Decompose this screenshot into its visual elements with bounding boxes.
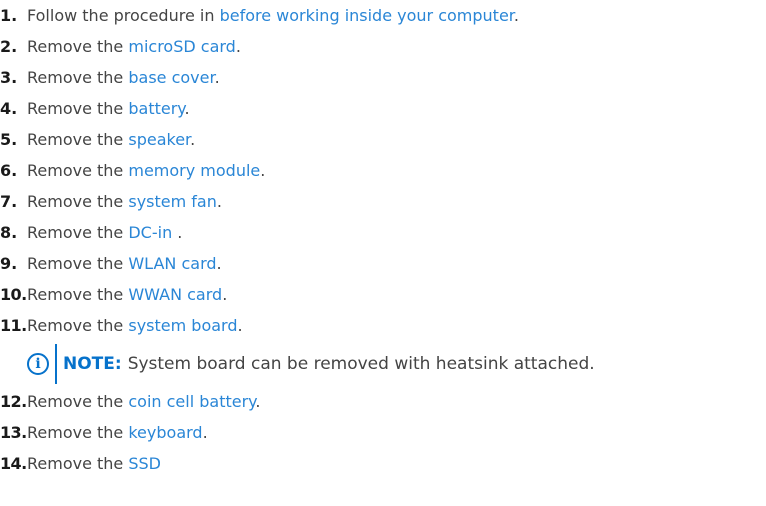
step-number: 14. [0,454,27,473]
link-ssd[interactable]: SSD [128,454,161,473]
step-suffix: . [235,37,241,56]
step-text: Remove the [27,423,129,442]
step-number: 3. [0,68,18,87]
step-number: 12. [0,392,27,411]
step-text: Remove the [27,99,129,118]
step-number: 4. [0,99,18,118]
link-system-fan[interactable]: system fan [128,192,217,211]
step-suffix: . [202,423,208,442]
step-number: 10. [0,285,27,304]
step-suffix: . [216,254,222,273]
step-text: Remove the [27,130,129,149]
step-6: 6. Remove the memory module. [0,155,766,186]
step-8: 8. Remove the DC-in . [0,217,766,248]
step-9: 9. Remove the WLAN card. [0,248,766,279]
step-4: 4. Remove the battery. [0,93,766,124]
link-battery[interactable]: battery [128,99,184,118]
link-before-working-inside-computer[interactable]: before working inside your computer [220,6,514,25]
step-suffix: . [222,285,228,304]
step-text: Remove the [27,454,129,473]
step-number: 13. [0,423,27,442]
step-text: Remove the [27,285,129,304]
step-number: 5. [0,130,18,149]
link-microsd-card[interactable]: microSD card [128,37,235,56]
step-text: Remove the [27,68,129,87]
step-14: 14.Remove the SSD [0,448,766,479]
step-suffix: . [184,99,190,118]
step-text: Follow the procedure in [27,6,220,25]
link-keyboard[interactable]: keyboard [128,423,202,442]
link-system-board[interactable]: system board [128,316,237,335]
note-divider [55,344,57,384]
step-number: 6. [0,161,18,180]
step-suffix: . [260,161,266,180]
step-12: 12.Remove the coin cell battery. [0,386,766,417]
step-text: Remove the [27,223,129,242]
procedure-steps-lower: 12.Remove the coin cell battery. 13.Remo… [0,386,766,479]
info-icon: i [27,353,49,375]
step-suffix: . [214,68,220,87]
step-suffix: . [216,192,222,211]
step-text: Remove the [27,37,129,56]
step-number: 7. [0,192,18,211]
step-number: 8. [0,223,18,242]
link-wwan-card[interactable]: WWAN card [128,285,222,304]
step-text: Remove the [27,161,129,180]
step-11: 11.Remove the system board. [0,310,766,341]
step-5: 5. Remove the speaker. [0,124,766,155]
note-callout: i NOTE: System board can be removed with… [27,342,595,386]
step-number: 9. [0,254,18,273]
link-dc-in[interactable]: DC-in [128,223,177,242]
step-suffix: . [255,392,261,411]
note-label: NOTE: [63,354,122,374]
step-3: 3. Remove the base cover. [0,62,766,93]
step-7: 7. Remove the system fan. [0,186,766,217]
step-suffix: . [237,316,243,335]
procedure-steps-upper: 1. Follow the procedure in before working… [0,0,766,341]
link-speaker[interactable]: speaker [128,130,190,149]
step-10: 10.Remove the WWAN card. [0,279,766,310]
step-number: 11. [0,316,27,335]
step-suffix: . [513,6,519,25]
link-memory-module[interactable]: memory module [128,161,260,180]
step-text: Remove the [27,392,129,411]
step-13: 13.Remove the keyboard. [0,417,766,448]
step-text: Remove the [27,254,129,273]
link-coin-cell-battery[interactable]: coin cell battery [128,392,255,411]
step-text: Remove the [27,316,129,335]
step-suffix: . [190,130,196,149]
step-number: 1. [0,6,18,25]
note-text: System board can be removed with heatsin… [127,354,595,374]
step-suffix: . [177,223,183,242]
link-base-cover[interactable]: base cover [128,68,214,87]
link-wlan-card[interactable]: WLAN card [128,254,216,273]
step-text: Remove the [27,192,129,211]
step-1: 1. Follow the procedure in before working… [0,0,766,31]
step-2: 2. Remove the microSD card. [0,31,766,62]
step-number: 2. [0,37,18,56]
